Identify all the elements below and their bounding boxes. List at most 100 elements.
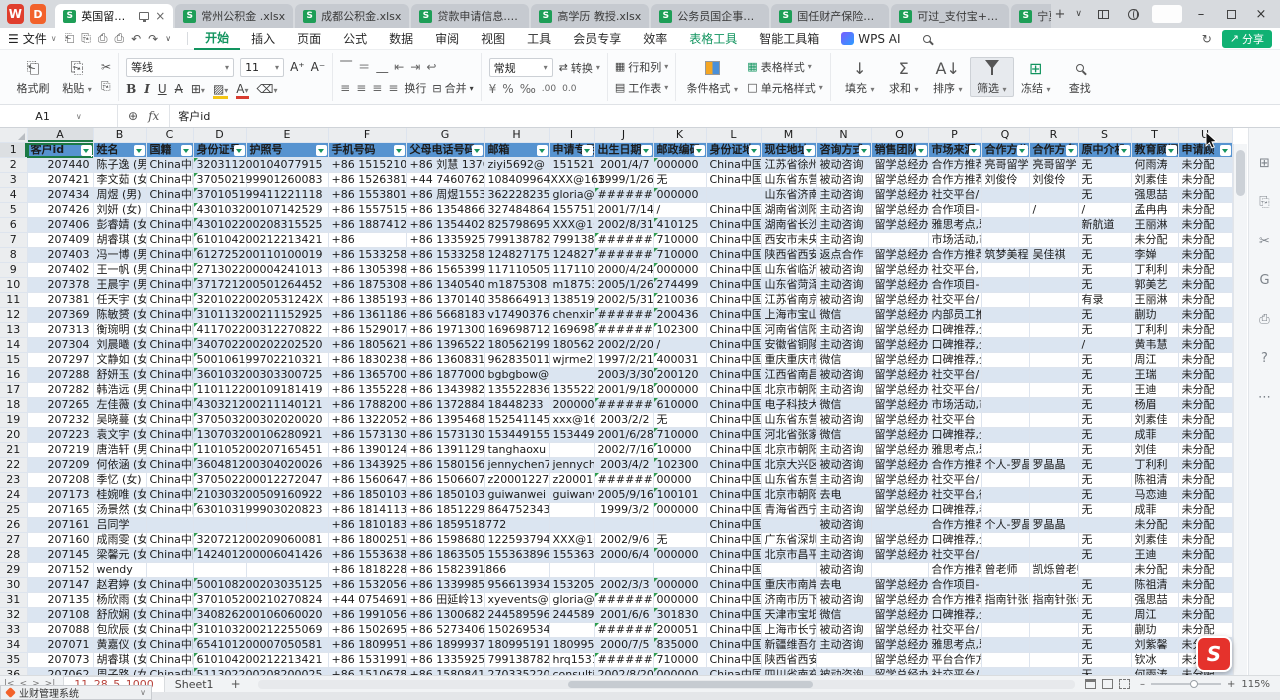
column-filter-icon[interactable] <box>134 145 145 156</box>
cell[interactable]: 无 <box>1078 233 1131 248</box>
cell[interactable]: 无 <box>1078 638 1131 653</box>
increase-decimal-icon[interactable]: .00 <box>542 84 556 94</box>
cell[interactable]: China中国 <box>146 353 193 368</box>
cell[interactable]: ######## <box>594 623 653 638</box>
cell[interactable]: 未分配 <box>1178 443 1232 458</box>
cell[interactable] <box>246 518 328 533</box>
cell[interactable]: / <box>1029 203 1078 218</box>
cell[interactable]: 207313 <box>27 323 93 338</box>
row-number[interactable]: 29 <box>0 563 27 578</box>
panel-grid-icon[interactable]: ⊞ <box>1259 156 1270 171</box>
cell[interactable]: 799138782 <box>484 233 549 248</box>
cell[interactable]: 留学总经办 <box>871 488 928 503</box>
align-center-icon[interactable]: ≡ <box>356 81 366 95</box>
cell[interactable]: +44 7460762888 <box>406 173 484 188</box>
cell[interactable]: 360103200303300725 <box>193 368 246 383</box>
cell[interactable]: +86 15152100 <box>328 158 406 173</box>
cell[interactable]: 500108200203035125 <box>193 578 246 593</box>
cell[interactable]: 筑梦美程 <box>981 248 1029 263</box>
tab-list-chevron-icon[interactable]: ∨ <box>1070 4 1087 24</box>
cell[interactable]: gloria@uk <box>549 593 594 608</box>
cell[interactable]: 四川省南充 <box>761 668 816 675</box>
cell[interactable] <box>981 533 1029 548</box>
document-tab[interactable]: S常州公积金 .xlsx <box>175 4 293 28</box>
header-cell[interactable]: 原中介机 <box>1078 143 1131 158</box>
cell[interactable]: 社交平台/ <box>928 668 981 675</box>
menu-tab-智能工具箱[interactable]: 智能工具箱 <box>748 28 830 50</box>
row-number[interactable]: 13 <box>0 323 27 338</box>
cell[interactable]: 274499 <box>653 278 706 293</box>
cell[interactable] <box>193 563 246 578</box>
decrease-decimal-icon[interactable]: 0.0 <box>562 84 576 94</box>
menu-tab-开始[interactable]: 开始 <box>194 28 240 50</box>
cell[interactable]: 江西省南昌 <box>761 368 816 383</box>
cell[interactable] <box>549 368 594 383</box>
cell[interactable]: jennychen7 <box>484 458 549 473</box>
cell[interactable]: 710000 <box>653 233 706 248</box>
cell[interactable]: 未分配 <box>1178 248 1232 263</box>
cell[interactable]: 未分配 <box>1178 503 1232 518</box>
cell[interactable]: 无 <box>1078 593 1131 608</box>
cell[interactable]: 360481200304020026 <box>193 458 246 473</box>
cell[interactable] <box>1029 278 1078 293</box>
cell[interactable]: 被动咨询 <box>816 158 871 173</box>
cell[interactable]: 340702200202202520 <box>193 338 246 353</box>
cell[interactable]: +86 1899937166 <box>406 638 484 653</box>
cell[interactable]: China中国 <box>146 248 193 263</box>
cell[interactable]: 社交平台/ <box>928 293 981 308</box>
cell[interactable]: 207282 <box>27 383 93 398</box>
cell[interactable]: 无 <box>653 173 706 188</box>
cell[interactable]: 无 <box>1078 173 1131 188</box>
cell[interactable]: 安徽省铜陵 <box>761 338 816 353</box>
cell[interactable]: 未分配 <box>1178 353 1232 368</box>
cell[interactable]: ######## <box>594 248 653 263</box>
align-middle-icon[interactable]: ＝ <box>358 58 370 75</box>
cell[interactable]: 358664913 <box>484 293 549 308</box>
cell[interactable]: 1997/2/21 <box>594 353 653 368</box>
row-number[interactable]: 28 <box>0 548 27 563</box>
cell[interactable]: 207406 <box>27 218 93 233</box>
cell[interactable]: 207426 <box>27 203 93 218</box>
screen-share-icon[interactable] <box>139 12 149 20</box>
cell[interactable]: 北京市昌平 <box>761 548 816 563</box>
panel-cut-icon[interactable]: ✂ <box>1259 234 1270 249</box>
cell[interactable]: 155751588 <box>549 203 594 218</box>
cell[interactable] <box>981 668 1029 675</box>
cell[interactable]: 指南针张老 <box>981 593 1029 608</box>
column-header-S[interactable]: S <box>1078 128 1131 143</box>
column-filter-icon[interactable] <box>1066 145 1077 156</box>
decrease-indent-icon[interactable]: ⇤ <box>394 60 404 74</box>
cell[interactable]: 被动咨询 <box>816 668 871 675</box>
cell[interactable]: 100101 <box>653 488 706 503</box>
cell[interactable]: 陈祖清 <box>1131 578 1178 593</box>
cell[interactable] <box>653 563 706 578</box>
cell[interactable]: 371721200501264452 <box>193 278 246 293</box>
cell-style-button[interactable]: □单元格样式▾ <box>747 80 822 96</box>
cell[interactable] <box>1078 563 1131 578</box>
cell[interactable]: +86 1580841999 <box>406 668 484 675</box>
cell[interactable]: 社交平台/ <box>928 368 981 383</box>
cell[interactable]: 320721200209060081 <box>193 533 246 548</box>
cell[interactable]: 合作方推荐 <box>928 173 981 188</box>
cell[interactable]: 000000 <box>653 188 706 203</box>
cell[interactable]: 王丽淋 <box>1131 218 1178 233</box>
cell[interactable]: z20001227 <box>549 473 594 488</box>
cell[interactable]: China中国 <box>706 278 761 293</box>
print-preview-icon[interactable]: ⎙ <box>114 31 124 46</box>
cell[interactable]: +86 1850103098 <box>406 488 484 503</box>
cell[interactable]: 117110505 <box>484 263 549 278</box>
cell[interactable]: +86 1391129694 <box>406 443 484 458</box>
cell[interactable]: 黄韦慧 <box>1131 338 1178 353</box>
cell[interactable]: 未分配 <box>1178 458 1232 473</box>
cell[interactable]: 未分配 <box>1178 203 1232 218</box>
cell[interactable]: 000000 <box>653 263 706 278</box>
cell[interactable]: 110105200207165451 <box>193 443 246 458</box>
column-header-M[interactable]: M <box>761 128 816 143</box>
cell[interactable]: +86 52734062 <box>406 623 484 638</box>
cell[interactable]: 411702200312270822 <box>193 323 246 338</box>
cell[interactable]: 留学总经办 <box>871 638 928 653</box>
cell[interactable]: 无 <box>1078 353 1131 368</box>
cell[interactable]: China中国 <box>706 458 761 473</box>
column-filter-icon[interactable] <box>1119 145 1130 156</box>
cell[interactable]: 无 <box>1078 668 1131 675</box>
